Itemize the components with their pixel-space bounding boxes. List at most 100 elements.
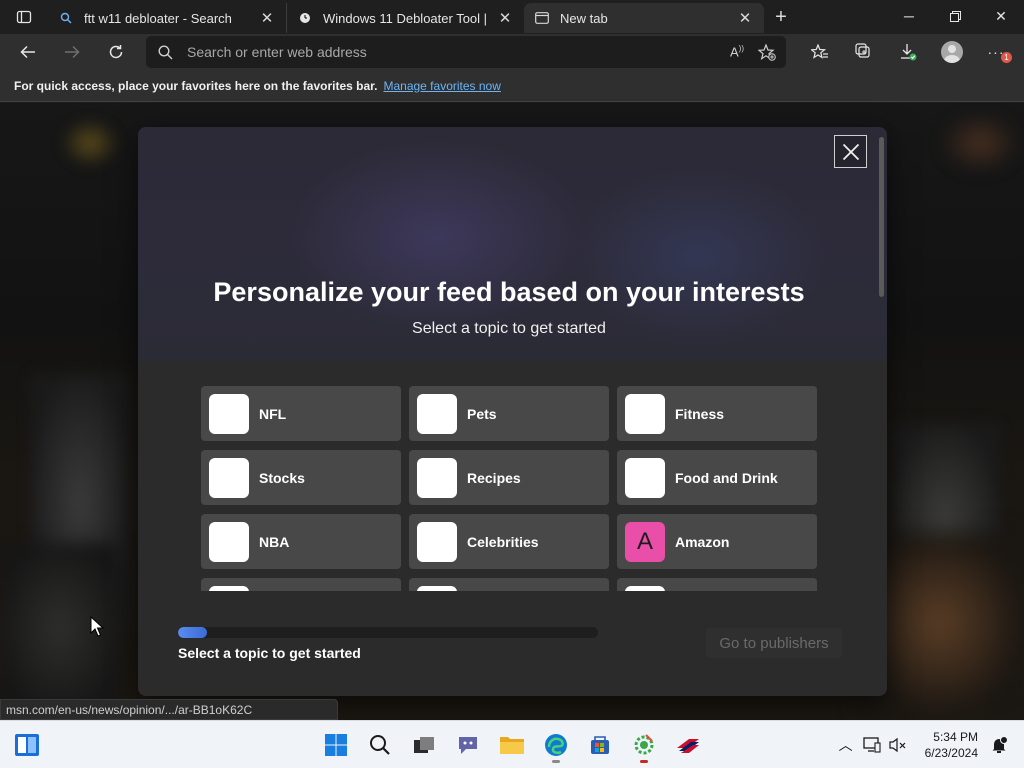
topic-tile: [209, 393, 249, 434]
downloads-button[interactable]: [886, 36, 930, 68]
search-icon: [370, 735, 390, 755]
tab-actions-icon: [16, 10, 32, 24]
tab-title: ftt w11 debloater - Search: [84, 10, 232, 26]
topic-label: NBA: [259, 533, 290, 550]
volume-tray-icon[interactable]: [885, 725, 911, 765]
close-tab-icon[interactable]: ✕: [496, 9, 514, 27]
profile-button[interactable]: [930, 36, 974, 68]
tab-title: Windows 11 Debloater Tool | Del: [323, 10, 490, 26]
favorites-bar-hint: For quick access, place your favorites h…: [14, 78, 378, 93]
address-input[interactable]: [187, 44, 707, 60]
topic-label: Food and Drink: [675, 469, 778, 486]
teams-chat-button[interactable]: [448, 725, 488, 765]
forward-button[interactable]: [50, 36, 94, 68]
topic-celebrities[interactable]: Celebrities: [409, 514, 609, 569]
topic-nfl[interactable]: NFL: [201, 386, 401, 441]
minimize-button[interactable]: ─: [886, 0, 932, 32]
topic-tile: [417, 457, 457, 498]
close-dialog-button[interactable]: [834, 135, 867, 168]
go-to-publishers-button[interactable]: Go to publishers: [706, 628, 842, 658]
search-icon: [158, 44, 173, 59]
search-button[interactable]: [360, 725, 400, 765]
dialog-scrollbar[interactable]: [879, 137, 884, 297]
topic-tile: [417, 585, 457, 591]
bell-icon: [992, 736, 1008, 753]
close-icon: [842, 143, 859, 160]
task-view-icon: [414, 737, 434, 753]
close-tab-icon[interactable]: ✕: [258, 9, 276, 27]
restore-button[interactable]: [932, 0, 978, 32]
task-view-button[interactable]: [404, 725, 444, 765]
amazon-logo: A: [625, 521, 665, 562]
topic-amazon[interactable]: A Amazon: [617, 514, 817, 569]
add-favorite-icon[interactable]: [758, 43, 776, 61]
store-button[interactable]: [580, 725, 620, 765]
progress-fill: [178, 627, 208, 638]
avatar: [941, 41, 963, 63]
folder-icon: [500, 737, 524, 754]
close-window-button[interactable]: ✕: [978, 0, 1024, 32]
topic-recipes[interactable]: Recipes: [409, 450, 609, 505]
status-bar-url: msn.com/en-us/news/opinion/.../ar-BB1oK6…: [0, 699, 338, 720]
topic-tile: [417, 521, 457, 562]
topic-tile: [209, 457, 249, 498]
topic-food-and-drink[interactable]: Food and Drink: [617, 450, 817, 505]
notification-badge: 1: [1001, 52, 1012, 63]
app-gear-icon: [634, 734, 654, 755]
widgets-button[interactable]: [14, 733, 40, 757]
windows-logo-icon: [325, 734, 347, 756]
topic-tile: [625, 585, 665, 591]
topic-fitness[interactable]: Fitness: [617, 386, 817, 441]
tab-search[interactable]: ftt w11 debloater - Search ✕: [48, 3, 286, 33]
show-hidden-icons-button[interactable]: ︿: [833, 725, 859, 765]
clock-icon: [297, 10, 313, 26]
taskbar: ︿ 5:34 PM 6/23/2024: [0, 720, 1024, 768]
tab-debloater[interactable]: Windows 11 Debloater Tool | Del ✕: [286, 3, 524, 33]
topic-partial[interactable]: [409, 578, 609, 591]
toolbar: ··· 1: [798, 34, 1018, 70]
edge-button[interactable]: [536, 725, 576, 765]
read-aloud-icon[interactable]: A)): [730, 44, 744, 59]
tab-strip: ftt w11 debloater - Search ✕ Windows 11 …: [0, 0, 1024, 34]
topic-label: Stocks: [259, 469, 305, 486]
topic-partial[interactable]: [201, 578, 401, 591]
topic-tile: [625, 393, 665, 434]
bank-app-button[interactable]: [668, 725, 708, 765]
blurred-tile: [60, 118, 120, 168]
window-controls: ─ ✕: [886, 0, 1024, 32]
topic-tile: [209, 521, 249, 562]
progress-bar: [178, 627, 598, 638]
back-button[interactable]: [6, 36, 50, 68]
clock-date: 6/23/2024: [924, 746, 978, 760]
notifications-button[interactable]: [986, 725, 1012, 765]
topic-pets[interactable]: Pets: [409, 386, 609, 441]
favorites-button[interactable]: [798, 36, 842, 68]
back-arrow-icon: [20, 45, 35, 59]
display-tray-icon[interactable]: [859, 725, 885, 765]
file-explorer-button[interactable]: [492, 725, 532, 765]
search-icon: [58, 10, 74, 26]
clock[interactable]: 5:34 PM 6/23/2024: [925, 729, 978, 761]
refresh-button[interactable]: [94, 36, 138, 68]
close-tab-icon[interactable]: ✕: [736, 9, 754, 27]
mouse-cursor-icon: [90, 616, 104, 637]
newtab-icon: [534, 10, 550, 26]
tab-actions-button[interactable]: [0, 0, 48, 34]
topic-tile: [209, 585, 249, 591]
topic-partial[interactable]: [617, 578, 817, 591]
new-tab-button[interactable]: +: [764, 2, 798, 32]
topic-nba[interactable]: NBA: [201, 514, 401, 569]
settings-menu-button[interactable]: ··· 1: [974, 36, 1018, 68]
plus-icon: +: [775, 5, 787, 28]
debloater-app-button[interactable]: [624, 725, 664, 765]
address-bar[interactable]: A)): [146, 36, 786, 68]
manage-favorites-link[interactable]: Manage favorites now: [383, 79, 500, 93]
topic-stocks[interactable]: Stocks: [201, 450, 401, 505]
topic-tile: [625, 457, 665, 498]
download-icon: [901, 44, 917, 61]
topic-grid: NFL Pets Fitness Stocks Recipes Food and…: [201, 386, 819, 591]
tab-new-tab[interactable]: New tab ✕: [524, 3, 764, 33]
start-button[interactable]: [316, 725, 356, 765]
speaker-muted-icon: [889, 737, 906, 753]
collections-button[interactable]: [842, 36, 886, 68]
